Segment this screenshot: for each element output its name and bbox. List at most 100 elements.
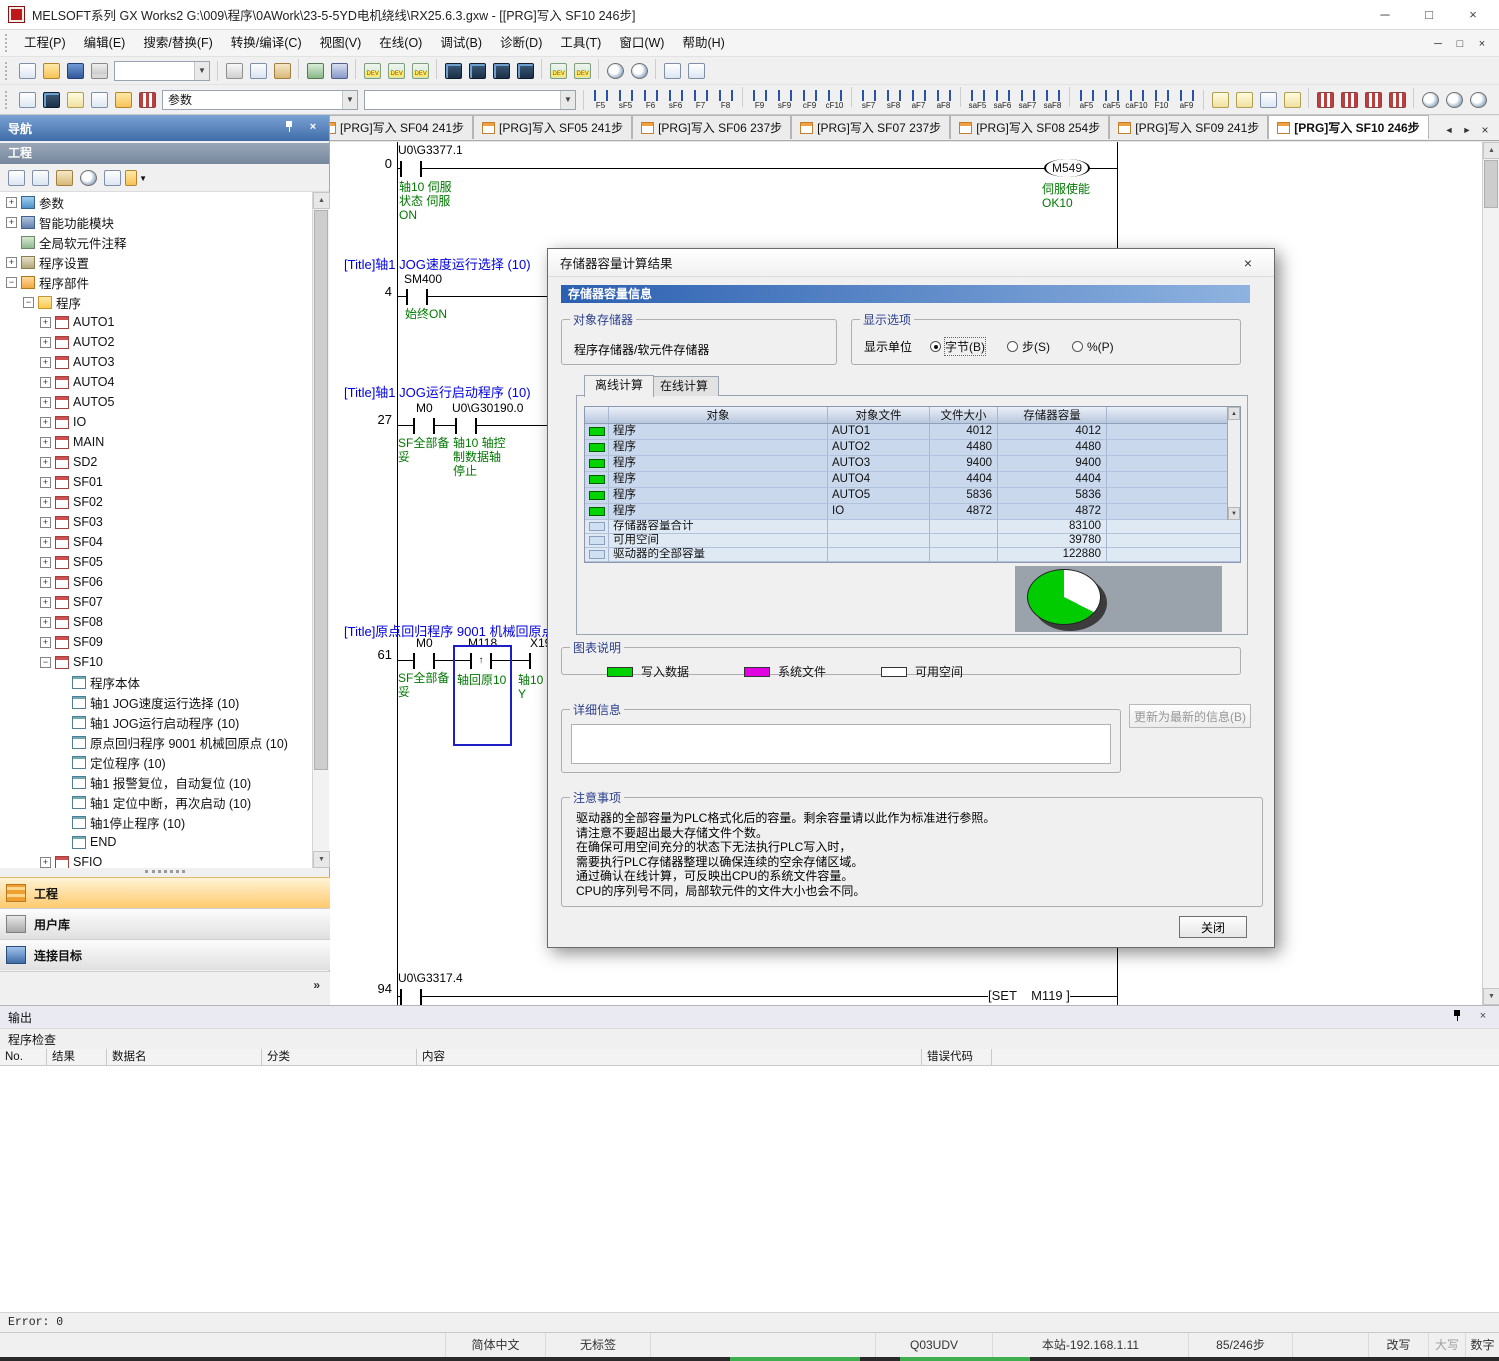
editor-tab-7[interactable]: [PRG]写入 SF10 246步 (1268, 115, 1428, 139)
property-icon[interactable] (76, 166, 100, 190)
open-project-icon[interactable] (39, 59, 63, 83)
menu-item-6[interactable]: 调试(B) (431, 30, 491, 57)
program-setting-icon[interactable] (87, 88, 111, 112)
tree-expander-icon[interactable]: + (40, 577, 51, 588)
tree-expander-icon[interactable]: + (40, 357, 51, 368)
tree-item[interactable]: 轴1 报警复位，自动复位 (10) (0, 772, 330, 792)
unit-radio-0[interactable]: 字节(B) (930, 338, 985, 355)
tree-item[interactable]: +SD2 (0, 452, 330, 472)
find-icon[interactable] (603, 59, 627, 83)
overflow-chevron-icon[interactable]: » (313, 978, 320, 992)
scroll-up-icon[interactable]: ▲ (1228, 407, 1240, 420)
tree-expander-icon[interactable]: + (40, 597, 51, 608)
editor-tab-3[interactable]: [PRG]写入 SF06 237步 (632, 115, 791, 139)
find-replace-icon[interactable] (627, 59, 651, 83)
new-project-icon[interactable] (15, 59, 39, 83)
tree-item[interactable]: +MAIN (0, 432, 330, 452)
menu-item-3[interactable]: 转换/编译(C) (222, 30, 311, 57)
pin-icon[interactable] (1449, 1009, 1465, 1025)
find-combo[interactable]: ▼ (364, 90, 576, 110)
copy-data-icon[interactable] (28, 166, 52, 190)
delete-column-icon[interactable] (1385, 88, 1409, 112)
tree-expander-icon[interactable]: + (40, 377, 51, 388)
editor-tab-2[interactable]: [PRG]写入 SF05 241步 (473, 115, 632, 139)
tree-item[interactable]: +AUTO5 (0, 392, 330, 412)
contact[interactable] (400, 989, 422, 1005)
panel-close-icon[interactable]: × (305, 120, 321, 136)
menu-item-2[interactable]: 搜索/替换(F) (134, 30, 221, 57)
tree-expander-icon[interactable]: + (40, 397, 51, 408)
scroll-up-icon[interactable]: ▲ (313, 192, 330, 209)
read-from-plc-icon[interactable] (384, 59, 408, 83)
set-instruction[interactable]: [SET M119 ] (988, 988, 1070, 1003)
tree-expander-icon[interactable]: − (6, 277, 17, 288)
close-icon[interactable]: × (1451, 1, 1495, 29)
ladder-symbol-button-saF7[interactable]: saF7 (1015, 87, 1040, 113)
tree-item[interactable]: +SF08 (0, 612, 330, 632)
print-icon[interactable] (87, 59, 111, 83)
tree-item[interactable]: +SF03 (0, 512, 330, 532)
pin-icon[interactable] (281, 120, 297, 136)
tree-item[interactable]: END (0, 832, 330, 852)
global-device-comment-icon[interactable] (63, 88, 87, 112)
zoom-fit-icon[interactable] (1466, 88, 1490, 112)
menu-item-0[interactable]: 工程(P) (15, 30, 75, 57)
paste-icon[interactable] (270, 59, 294, 83)
ladder-editor-icon[interactable] (135, 88, 159, 112)
contact[interactable] (413, 418, 435, 434)
sort-icon[interactable] (100, 166, 124, 190)
mdi-restore-icon[interactable]: □ (1449, 33, 1471, 53)
splitter-handle[interactable] (145, 870, 185, 873)
ladder-symbol-button-sF6[interactable]: sF6 (663, 87, 688, 113)
data-select-combo[interactable]: 参数▼ (162, 90, 358, 110)
ladder-symbol-button-saF6[interactable]: saF6 (990, 87, 1015, 113)
contact[interactable] (455, 418, 477, 434)
scroll-down-icon[interactable]: ▼ (313, 851, 330, 868)
copy-icon[interactable] (246, 59, 270, 83)
scroll-down-icon[interactable]: ▼ (1228, 507, 1240, 520)
ladder-symbol-button-F5[interactable]: F5 (588, 87, 613, 113)
tree-expander-icon[interactable]: + (40, 477, 51, 488)
scrollbar-thumb[interactable] (1484, 160, 1498, 208)
pou-list-icon[interactable] (111, 88, 135, 112)
tree-expander-icon[interactable]: + (6, 257, 17, 268)
ladder-symbol-button-sF8[interactable]: sF8 (881, 87, 906, 113)
zoom-out-icon[interactable] (1442, 88, 1466, 112)
monitor-mode-icon[interactable] (441, 59, 465, 83)
editor-tab-1[interactable]: [PRG]写入 SF04 241步 (330, 115, 473, 139)
panel-close-icon[interactable]: × (1475, 1009, 1491, 1025)
menu-item-9[interactable]: 窗口(W) (610, 30, 673, 57)
tree-expander-icon[interactable]: + (40, 637, 51, 648)
save-project-icon[interactable] (63, 59, 87, 83)
tab-offline-calculation[interactable]: 离线计算 (584, 375, 654, 397)
tree-item[interactable]: +SF09 (0, 632, 330, 652)
ladder-symbol-button-cF10[interactable]: cF10 (822, 87, 847, 113)
ladder-symbol-button-F6[interactable]: F6 (638, 87, 663, 113)
table-scrollbar[interactable]: ▲ ▼ (1227, 407, 1240, 520)
tree-expander-icon[interactable]: + (40, 857, 51, 868)
ladder-symbol-button-saF8[interactable]: saF8 (1040, 87, 1065, 113)
start-monitor-icon[interactable] (489, 59, 513, 83)
contact[interactable] (406, 289, 428, 305)
nav-button-2[interactable]: 连接目标 (0, 939, 330, 970)
ladder-symbol-button-F9[interactable]: F9 (747, 87, 772, 113)
tree-expander-icon[interactable]: + (40, 417, 51, 428)
tree-item[interactable]: −程序 (0, 292, 330, 312)
ladder-symbol-button-sF5[interactable]: sF5 (613, 87, 638, 113)
tree-item[interactable]: −程序部件 (0, 272, 330, 292)
ladder-symbol-button-F8[interactable]: F8 (713, 87, 738, 113)
tree-item[interactable]: +SF01 (0, 472, 330, 492)
ladder-symbol-button-aF8[interactable]: aF8 (931, 87, 956, 113)
undo-icon[interactable] (303, 59, 327, 83)
tree-item[interactable]: +参数 (0, 192, 330, 212)
tree-item[interactable]: 轴1 JOG速度运行选择 (10) (0, 692, 330, 712)
menu-item-5[interactable]: 在线(O) (370, 30, 431, 57)
tree-item[interactable]: +程序设置 (0, 252, 330, 272)
mdi-close-icon[interactable]: × (1471, 33, 1493, 53)
editor-tab-6[interactable]: [PRG]写入 SF09 241步 (1109, 115, 1268, 139)
tree-expander-icon[interactable]: + (6, 197, 17, 208)
filter-dropdown-icon[interactable]: ▼ (124, 166, 148, 190)
tree-item[interactable]: 轴1停止程序 (10) (0, 812, 330, 832)
redo-icon[interactable] (327, 59, 351, 83)
contact[interactable] (400, 161, 422, 177)
